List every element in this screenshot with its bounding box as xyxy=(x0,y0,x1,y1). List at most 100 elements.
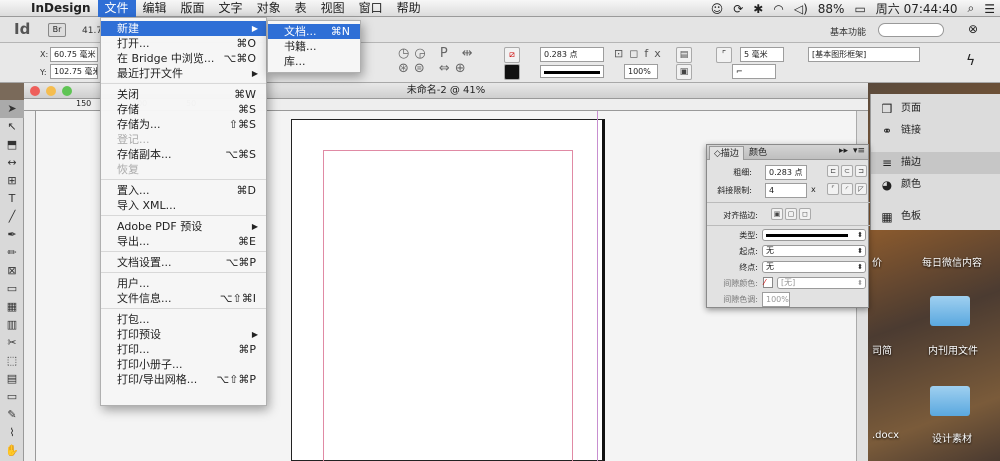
file-menu-item[interactable]: 存储副本... ⌥⌘S xyxy=(101,147,266,162)
table-tool-icon[interactable]: ▦ xyxy=(0,298,24,316)
list-icon[interactable]: ☰ xyxy=(979,2,1000,16)
window-zoom-button[interactable] xyxy=(62,86,72,96)
object-style-select[interactable]: [基本图形框架] xyxy=(808,47,920,62)
panel-stroke[interactable]: ≡ 描边 xyxy=(871,152,1000,174)
gradient-tool-icon[interactable]: ▤ xyxy=(0,370,24,388)
search-icon[interactable]: ⌕ xyxy=(963,1,980,16)
file-menu-item[interactable]: 在 Bridge 中浏览... ⌥⌘O xyxy=(101,51,266,66)
fit-icon[interactable]: ▣ xyxy=(676,64,692,80)
tab-color[interactable]: 颜色 xyxy=(745,146,771,160)
gradient-feather-tool-icon[interactable]: ▭ xyxy=(0,388,24,406)
y-field[interactable]: 102.75 毫米 xyxy=(50,64,98,79)
file-menu-item[interactable]: 文件信息... ⌥⇧⌘I xyxy=(101,291,266,306)
window-minimize-button[interactable] xyxy=(46,86,56,96)
menu-window[interactable]: 窗口 xyxy=(352,0,390,17)
corner-shape-select[interactable]: ⌐ xyxy=(732,64,776,79)
line-tool-icon[interactable]: ╱ xyxy=(0,208,24,226)
menu-help[interactable]: 帮助 xyxy=(390,0,428,17)
file-menu-item[interactable]: 最近打开文件 ▶ xyxy=(101,66,266,81)
stroke-type-select[interactable] xyxy=(762,229,866,241)
file-menu-item[interactable]: 用户... xyxy=(101,276,266,291)
align-inside-icon[interactable]: ▢ xyxy=(785,208,797,220)
hand-tool-icon[interactable]: ✋ xyxy=(0,442,24,460)
text-wrap-icon[interactable]: ▤ xyxy=(676,47,692,63)
vertical-ruler[interactable] xyxy=(24,111,36,461)
join-round-icon[interactable]: ◜ xyxy=(841,183,853,195)
end-select[interactable]: 无 xyxy=(762,261,866,273)
desktop-label[interactable]: 内刊用文件 xyxy=(928,342,978,357)
type-tool-icon[interactable]: T xyxy=(0,190,24,208)
panel-swatches[interactable]: ▦ 色板 xyxy=(871,206,1000,228)
menu-type[interactable]: 文字 xyxy=(212,0,250,17)
file-menu-item[interactable]: 新建 ▶ xyxy=(101,21,266,36)
stroke-type-select[interactable] xyxy=(540,65,604,78)
grid-tool-icon[interactable]: ▥ xyxy=(0,316,24,334)
panel-pages[interactable]: ❒ 页面 xyxy=(871,98,1000,120)
effects-icons[interactable]: ⊡◻fx xyxy=(614,47,674,63)
x-field[interactable]: 60.75 毫米 xyxy=(50,47,98,62)
clock[interactable]: 周六 07:44:40 xyxy=(871,0,963,17)
note-tool-icon[interactable]: ✎ xyxy=(0,406,24,424)
stroke-weight-field[interactable]: 0.283 点 xyxy=(540,47,604,62)
gap-tint-field[interactable]: 100% xyxy=(762,292,790,307)
volume-icon[interactable]: ◁) xyxy=(789,2,813,16)
new-submenu-item[interactable]: 库... xyxy=(268,54,360,69)
file-menu-item[interactable]: 导出... ⌘E xyxy=(101,234,266,249)
fill-swatch-icon[interactable] xyxy=(504,64,520,80)
desktop-label[interactable]: .docx xyxy=(872,430,899,441)
cap-butt-icon[interactable]: ⊏ xyxy=(827,165,839,177)
lightning-icon[interactable]: ϟ xyxy=(966,53,975,69)
panel-links[interactable]: ⚭ 链接 xyxy=(871,120,1000,142)
notification-icon[interactable]: ☺ xyxy=(706,2,729,16)
menu-object[interactable]: 对象 xyxy=(250,0,288,17)
corner-icon[interactable]: ⌜ xyxy=(716,47,732,63)
file-menu-item[interactable]: 文档设置... ⌥⌘P xyxy=(101,255,266,270)
weight-field[interactable]: 0.283 点 xyxy=(765,165,807,180)
pen-tool-icon[interactable]: ✒ xyxy=(0,226,24,244)
menu-table[interactable]: 表 xyxy=(288,0,314,17)
menu-layout[interactable]: 版面 xyxy=(174,0,212,17)
file-menu-item[interactable]: 导入 XML... xyxy=(101,198,266,213)
file-menu-item[interactable]: 打印小册子... xyxy=(101,357,266,372)
file-menu-item[interactable]: 打印... ⌘P xyxy=(101,342,266,357)
miter-field[interactable]: 4 xyxy=(765,183,807,198)
file-menu-item[interactable]: 打包... xyxy=(101,312,266,327)
collapse-icon[interactable]: ▸▸ xyxy=(839,146,848,156)
folder-icon[interactable] xyxy=(930,386,970,416)
file-menu-item[interactable]: 打开... ⌘O xyxy=(101,36,266,51)
bluetooth-icon[interactable]: ✱ xyxy=(748,2,768,16)
scissors-tool-icon[interactable]: ✂ xyxy=(0,334,24,352)
content-collector-icon[interactable]: ⊞ xyxy=(0,172,24,190)
new-submenu-item[interactable]: 文档... ⌘N xyxy=(268,24,360,39)
folder-icon[interactable] xyxy=(930,296,970,326)
cap-square-icon[interactable]: ⊐ xyxy=(855,165,867,177)
gap-tool-icon[interactable]: ↔ xyxy=(0,154,24,172)
stroke-swatch-icon[interactable]: ⧄ xyxy=(504,47,520,63)
tab-stroke[interactable]: ◇描边 xyxy=(709,146,744,160)
free-transform-tool-icon[interactable]: ⬚ xyxy=(0,352,24,370)
workspace-switcher[interactable]: 基本功能 xyxy=(830,25,866,38)
rectangle-tool-icon[interactable]: ▭ xyxy=(0,280,24,298)
rectangle-frame-tool-icon[interactable]: ⊠ xyxy=(0,262,24,280)
file-menu-item[interactable]: 关闭 ⌘W xyxy=(101,87,266,102)
menu-app[interactable]: InDesign xyxy=(24,0,98,17)
desktop-label[interactable]: 每日微信内容 xyxy=(922,254,982,269)
cap-round-icon[interactable]: ⊂ xyxy=(841,165,853,177)
file-menu-item[interactable]: 存储为... ⇧⌘S xyxy=(101,117,266,132)
close-icon[interactable]: ⊗ xyxy=(968,22,978,36)
window-close-button[interactable] xyxy=(30,86,40,96)
search-field[interactable] xyxy=(878,23,944,37)
file-menu-item[interactable]: Adobe PDF 预设 ▶ xyxy=(101,219,266,234)
desktop-label[interactable]: 设计素材 xyxy=(932,430,972,445)
menu-view[interactable]: 视图 xyxy=(314,0,352,17)
join-miter-icon[interactable]: ⌜ xyxy=(827,183,839,195)
bridge-button[interactable]: Br xyxy=(48,23,66,37)
join-bevel-icon[interactable]: ◸ xyxy=(855,183,867,195)
align-outside-icon[interactable]: ◻ xyxy=(799,208,811,220)
direct-selection-tool-icon[interactable]: ↖ xyxy=(0,118,24,136)
desktop-label[interactable]: 司简 xyxy=(872,342,892,357)
file-menu-item[interactable]: 打印/导出网格... ⌥⇧⌘P xyxy=(101,372,266,387)
file-menu-item[interactable]: 打印预设 ▶ xyxy=(101,327,266,342)
panel-menu-icon[interactable]: ▾≡ xyxy=(853,146,865,156)
transform-icons[interactable]: ◷◶ P ⇹ ⊛⊜ ⇔⊕ xyxy=(398,46,518,78)
